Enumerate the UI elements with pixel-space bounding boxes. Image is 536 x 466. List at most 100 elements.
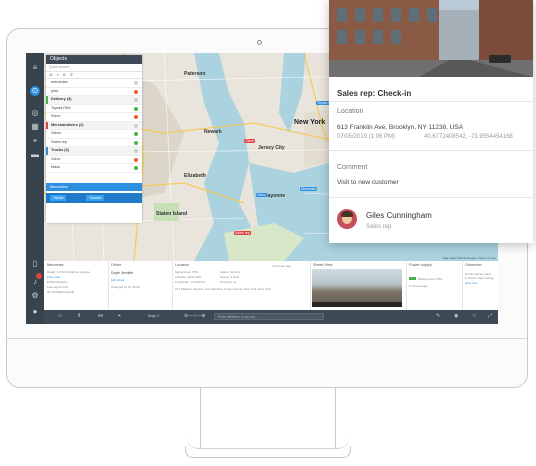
location-status: Direction: ▲: [220, 280, 237, 284]
map-marker-volvo[interactable]: Volvo: [256, 193, 267, 197]
pin-icon[interactable]: ⌖: [118, 313, 121, 319]
status-dot-icon: [134, 106, 138, 111]
vehicle-line: $ 500 (Sample): [47, 280, 68, 284]
location-label: Location: [337, 108, 364, 115]
location-pin-icon[interactable]: ⌖: [30, 136, 40, 146]
address-search-input[interactable]: Enter address or lat, lon...: [214, 313, 324, 320]
object-row-label: john: [51, 88, 59, 93]
ruler-icon[interactable]: ✎: [436, 313, 440, 319]
monitor-stand-base: [185, 446, 351, 458]
status-dot-icon: [134, 81, 138, 85]
vehicle-name: Mercedes: [47, 263, 64, 267]
selected-object-row[interactable]: Mercedes: [46, 183, 142, 191]
fullscreen-icon[interactable]: ⤢: [488, 313, 492, 319]
user-icon[interactable]: ●: [30, 307, 40, 317]
battery-level: Battery level: 65%: [418, 277, 443, 281]
object-row-label: Scion: [51, 114, 61, 118]
object-row[interactable]: Scion: [46, 113, 142, 122]
object-row[interactable]: john: [46, 88, 142, 96]
object-row-label: Delivery (3): [51, 97, 72, 101]
card-divider: [329, 101, 533, 102]
phone-icon[interactable]: ▯: [30, 259, 40, 269]
location-title: Location: [175, 263, 190, 267]
odometer-line: Set the odometer value: [465, 273, 491, 276]
menu-icon[interactable]: ≡: [30, 63, 40, 73]
status-dot-icon: [134, 166, 138, 170]
avatar: [337, 209, 357, 229]
tracks-button[interactable]: Tracks: [50, 195, 67, 201]
map-label-paterson: Paterson: [184, 71, 206, 77]
street-view-panel: Street View: [310, 261, 407, 310]
checkin-title: Sales rep: Check-in: [337, 89, 412, 98]
car-icon[interactable]: ▬: [30, 150, 40, 160]
layers-icon[interactable]: ▱: [58, 313, 62, 319]
odometer-show-more[interactable]: Show more: [465, 282, 478, 285]
street-view-title: Street View: [313, 263, 333, 267]
object-row-label: Toyota RAV: [51, 105, 71, 110]
map-label-jersey-city: Jersey City: [258, 145, 285, 151]
object-row-label: Glenn: [51, 131, 62, 135]
status-dot-icon: [134, 132, 138, 136]
object-row-label: Volvo: [51, 156, 61, 161]
checkin-comment: Visit to new customer: [337, 179, 399, 186]
status-dot-icon: [134, 123, 138, 128]
street-view-image[interactable]: [312, 269, 402, 307]
objects-actions-bar: Tracks Tunnels: [46, 193, 142, 203]
power-supply-panel: Power supply Battery level: 65% 2 minute…: [406, 261, 463, 310]
objects-toolbar: All ▾ ⚙ ☰: [46, 72, 142, 79]
map-label-new-york: New York: [294, 119, 326, 126]
list-view-icon[interactable]: ☰: [70, 73, 73, 77]
grid-icon[interactable]: ⦀: [78, 313, 80, 319]
object-row[interactable]: Glenn: [46, 130, 142, 139]
checkin-address: 613 Franklin Ave, Brooklyn, NY 11238, US…: [337, 124, 464, 131]
street-photo-icon: [329, 0, 533, 77]
location-status: Speed: 1 km/h: [220, 275, 240, 279]
settings-gear-icon[interactable]: ⚙: [30, 291, 40, 301]
object-group-row[interactable]: Merchandisers (2): [46, 121, 142, 130]
avatar-hair: [341, 211, 353, 217]
map-label-staten-island: Staten Island: [156, 211, 188, 217]
map-label-newark: Newark: [204, 129, 222, 135]
object-row-label: Trucks (3): [51, 148, 69, 152]
user-role: Sales rep: [366, 224, 392, 230]
object-row[interactable]: mercedes: [46, 79, 142, 88]
map-marker-mercedes[interactable]: Mercedes: [300, 187, 318, 191]
checkin-datetime: 07/05/2019 (1:06 PM): [337, 134, 396, 140]
object-row[interactable]: Mack: [46, 164, 142, 173]
filter-all-button[interactable]: All: [49, 73, 53, 77]
driver-name: Doyle Jennifer: [111, 271, 134, 275]
share-icon[interactable]: ⋈: [98, 313, 103, 319]
vehicle-line[interactable]: Price sale: [47, 275, 60, 279]
camera-icon[interactable]: ◉: [454, 313, 458, 319]
location-info: Location 2 minutes ago Signal level: 75%…: [172, 261, 311, 310]
map-label-bayonne: Bayonne: [264, 193, 286, 199]
map-toolbar: ▱ ⦀ ⋈ ⌖ Map 1 ⊖—○—⊕ Enter address or lat…: [44, 310, 498, 324]
map-label-elizabeth: Elizabeth: [184, 173, 206, 179]
object-row[interactable]: Volvo: [46, 156, 142, 164]
map-marker-sales-rep[interactable]: Sales rep: [234, 231, 251, 235]
globe-icon[interactable]: ◎: [30, 108, 40, 118]
objects-search-input[interactable]: Quick search: [46, 64, 142, 72]
map-marker-glenn[interactable]: Glenn: [244, 139, 256, 143]
object-group-row[interactable]: Delivery (3): [46, 96, 142, 105]
tunnels-button[interactable]: Tunnels: [86, 195, 105, 201]
objects-panel-title: Objects: [46, 55, 142, 64]
object-row[interactable]: Toyota RAV: [46, 105, 142, 113]
calendar-icon[interactable]: ▦: [30, 122, 40, 132]
vehicle-line: Ready 1.0 KPH Fashion Avenue: [47, 270, 90, 274]
objects-icon[interactable]: ⊙: [30, 86, 40, 96]
camera-icon: [257, 40, 262, 45]
objects-settings-icon[interactable]: ⚙: [63, 73, 66, 77]
edit-driver-link[interactable]: Edit driver: [111, 278, 125, 282]
map-selector[interactable]: Map 1: [148, 313, 159, 318]
object-row-label: Merchandisers (2): [51, 122, 84, 127]
object-row-label: mercedes: [51, 80, 68, 84]
sort-dropdown-icon[interactable]: ▾: [57, 73, 59, 77]
object-row[interactable]: Sales rep: [46, 139, 142, 147]
monitor-chin: [6, 338, 528, 339]
object-group-row[interactable]: Trucks (3): [46, 147, 142, 156]
star-icon[interactable]: ☆: [472, 313, 476, 319]
checkin-coordinates: 40.6772408542, -73.9554454168: [424, 134, 513, 140]
status-dot-icon: [134, 115, 138, 119]
zoom-slider-icon[interactable]: ⊖—○—⊕: [184, 313, 205, 319]
